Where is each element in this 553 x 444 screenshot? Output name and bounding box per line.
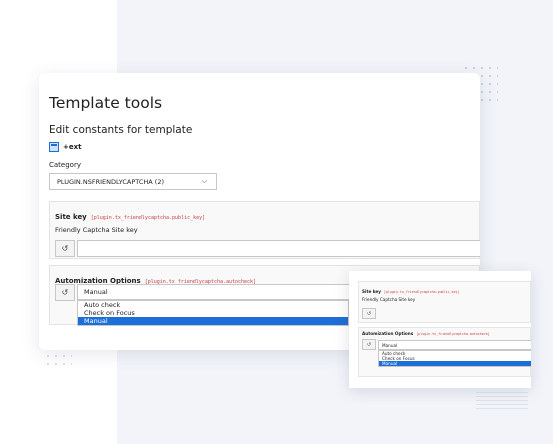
autocheck-selected-value: Manual xyxy=(84,288,108,296)
site-key-description: Friendly Captcha Site key xyxy=(55,226,138,234)
zoom-autocheck-constant: [plugin.tx_friendlycaptcha.autocheck] xyxy=(416,332,490,336)
site-key-section: Site key [plugin.tx_friendlycaptcha.publi… xyxy=(49,201,480,259)
zoom-autocheck-title: Automization Options xyxy=(362,331,414,336)
category-selected-value: PLUGIN.NSFRIENDLYCAPTCHA (2) xyxy=(57,177,165,186)
reset-icon: ↺ xyxy=(61,244,69,253)
page-title: Template tools xyxy=(49,94,163,112)
category-select[interactable]: PLUGIN.NSFRIENDLYCAPTCHA (2) ⌵ xyxy=(49,173,217,190)
site-key-reset-button[interactable]: ↺ xyxy=(55,240,75,257)
dropdown-option-manual[interactable]: Manual xyxy=(78,317,348,325)
dropdown-option-auto-check[interactable]: Auto check xyxy=(78,301,348,309)
chevron-down-icon: ⌵ xyxy=(201,177,207,185)
site-key-heading: Site key [plugin.tx_friendlycaptcha.publi… xyxy=(55,213,205,221)
reset-icon: ↺ xyxy=(366,341,372,348)
zoom-autocheck-dropdown: Auto check Check on Focus Manual xyxy=(378,350,531,367)
zoom-site-key-heading: Site key [plugin.tx_friendlycaptcha.publi… xyxy=(362,289,459,294)
zoom-site-key-title: Site key xyxy=(362,289,381,294)
dropdown-option-check-on-focus[interactable]: Check on Focus xyxy=(78,309,348,317)
decorative-lines xyxy=(476,392,528,410)
reset-icon: ↺ xyxy=(61,288,69,297)
site-key-title: Site key xyxy=(55,213,87,221)
autocheck-reset-button[interactable]: ↺ xyxy=(55,284,75,301)
zoom-autocheck-selected-value: Manual xyxy=(382,342,398,348)
zoom-autocheck-section: Automization Options [plugin.tx_friendlyc… xyxy=(358,327,531,377)
zoom-site-key-description: Friendly Captcha Site key xyxy=(362,297,416,302)
zoom-autocheck-heading: Automization Options [plugin.tx_friendlyc… xyxy=(362,331,490,336)
zoom-dropdown-option-manual[interactable]: Manual xyxy=(379,361,531,366)
zoom-site-key-reset-button[interactable]: ↺ xyxy=(362,308,376,319)
zoom-site-key-section: Site key [plugin.tx_friendlycaptcha.publi… xyxy=(358,281,531,323)
zoom-autocheck-reset-button[interactable]: ↺ xyxy=(362,339,376,350)
page-subtitle: Edit constants for template xyxy=(49,124,193,136)
zoom-site-key-constant: [plugin.tx_friendlycaptcha.public_key] xyxy=(384,290,460,294)
zoomed-detail-card: Site key [plugin.tx_friendlycaptcha.publi… xyxy=(349,271,531,388)
reset-icon: ↺ xyxy=(366,310,372,317)
autocheck-dropdown: Auto check Check on Focus Manual xyxy=(77,300,349,326)
zoom-autocheck-select[interactable]: Manual xyxy=(378,340,531,350)
site-key-constant: [plugin.tx_friendlycaptcha.public_key] xyxy=(90,215,206,221)
site-key-input[interactable] xyxy=(77,240,480,257)
category-label: Category xyxy=(49,161,81,169)
ext-label: +ext xyxy=(63,143,82,151)
ext-toggle[interactable]: +ext xyxy=(49,142,81,152)
extension-icon xyxy=(49,142,59,152)
